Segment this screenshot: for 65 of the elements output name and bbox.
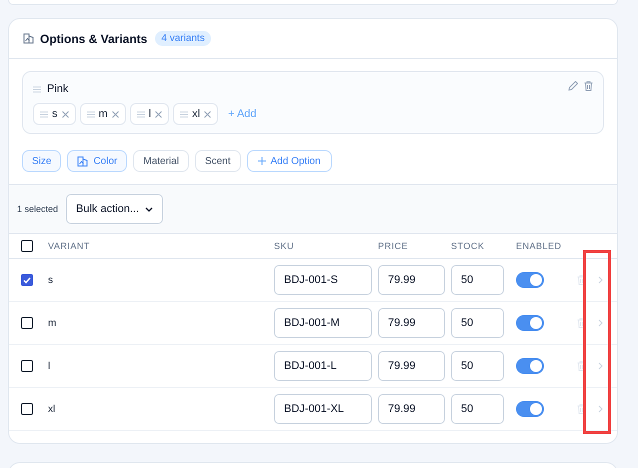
select-all-checkbox[interactable]: [21, 240, 33, 252]
enabled-toggle[interactable]: [516, 358, 544, 374]
chevron-down-icon: [145, 206, 154, 212]
plus-icon: [258, 157, 266, 165]
close-icon[interactable]: [204, 110, 212, 118]
enabled-toggle[interactable]: [516, 272, 544, 288]
price-field[interactable]: 79.99: [378, 351, 445, 381]
close-icon[interactable]: [62, 110, 68, 118]
price-field[interactable]: 79.99: [378, 308, 445, 338]
drag-handle-icon[interactable]: [40, 110, 48, 118]
variant-name: m: [48, 318, 58, 328]
option-value-label: xl: [192, 108, 200, 120]
option-value-chip[interactable]: s: [33, 103, 76, 125]
column-header: SKU: [274, 241, 296, 251]
stock-field[interactable]: 50: [451, 265, 504, 295]
drag-handle-icon[interactable]: [180, 110, 188, 118]
option-type-chip[interactable]: Material: [133, 150, 189, 172]
drag-handle-icon[interactable]: [33, 86, 41, 92]
price-field[interactable]: 79.99: [378, 394, 445, 424]
row-checkbox[interactable]: [21, 360, 33, 372]
close-icon[interactable]: [155, 110, 162, 118]
column-header: PRICE: [378, 241, 410, 251]
column-header: STOCK: [451, 241, 486, 251]
chevron-right-icon[interactable]: [598, 319, 603, 327]
selection-count: 1 selected: [17, 204, 58, 214]
row-checkbox[interactable]: [21, 403, 33, 415]
variant-name: xl: [48, 404, 56, 414]
chevron-right-icon[interactable]: [598, 276, 603, 284]
row-checkbox[interactable]: [21, 317, 33, 329]
variant-count-badge: 4 variants: [155, 31, 211, 46]
chevron-right-icon[interactable]: [598, 362, 603, 370]
sku-field[interactable]: BDJ-001-XL: [274, 394, 372, 424]
sku-field[interactable]: BDJ-001-M: [274, 308, 372, 338]
option-value-chip[interactable]: m: [80, 103, 126, 125]
variant-name: l: [48, 360, 52, 372]
stock-field[interactable]: 50: [451, 308, 504, 338]
image-icon: [23, 33, 34, 44]
chevron-right-icon[interactable]: [598, 405, 603, 413]
variant-name: s: [48, 274, 54, 286]
column-header: ENABLED: [516, 241, 563, 251]
close-icon[interactable]: [112, 110, 119, 118]
stock-field[interactable]: 50: [451, 394, 504, 424]
sku-field[interactable]: BDJ-001-S: [274, 265, 372, 295]
row-checkbox[interactable]: [21, 274, 33, 286]
option-type-chip[interactable]: Scent: [194, 150, 241, 172]
option-value-chip[interactable]: xl: [173, 103, 218, 125]
add-option-button[interactable]: Add Option: [246, 150, 332, 172]
drag-handle-icon[interactable]: [86, 110, 94, 118]
section-title: Options & Variants: [40, 32, 148, 46]
option-value-label: s: [52, 108, 58, 120]
drag-handle-icon[interactable]: [136, 110, 145, 118]
trash-icon[interactable]: [584, 81, 593, 91]
option-group-name: Pink: [47, 83, 68, 95]
option-value-chip[interactable]: l: [130, 103, 170, 125]
option-value-label: m: [98, 108, 108, 120]
enabled-toggle[interactable]: [516, 315, 544, 331]
enabled-toggle[interactable]: [516, 401, 544, 417]
bulk-action-select[interactable]: Bulk action...: [66, 194, 164, 224]
stock-field[interactable]: 50: [451, 351, 504, 381]
price-field[interactable]: 79.99: [378, 265, 445, 295]
option-value-label: l: [148, 108, 152, 120]
column-header: VARIANT: [48, 241, 91, 251]
sku-field[interactable]: BDJ-001-L: [274, 351, 372, 381]
image-icon: [77, 156, 88, 166]
edit-icon[interactable]: [568, 81, 578, 91]
